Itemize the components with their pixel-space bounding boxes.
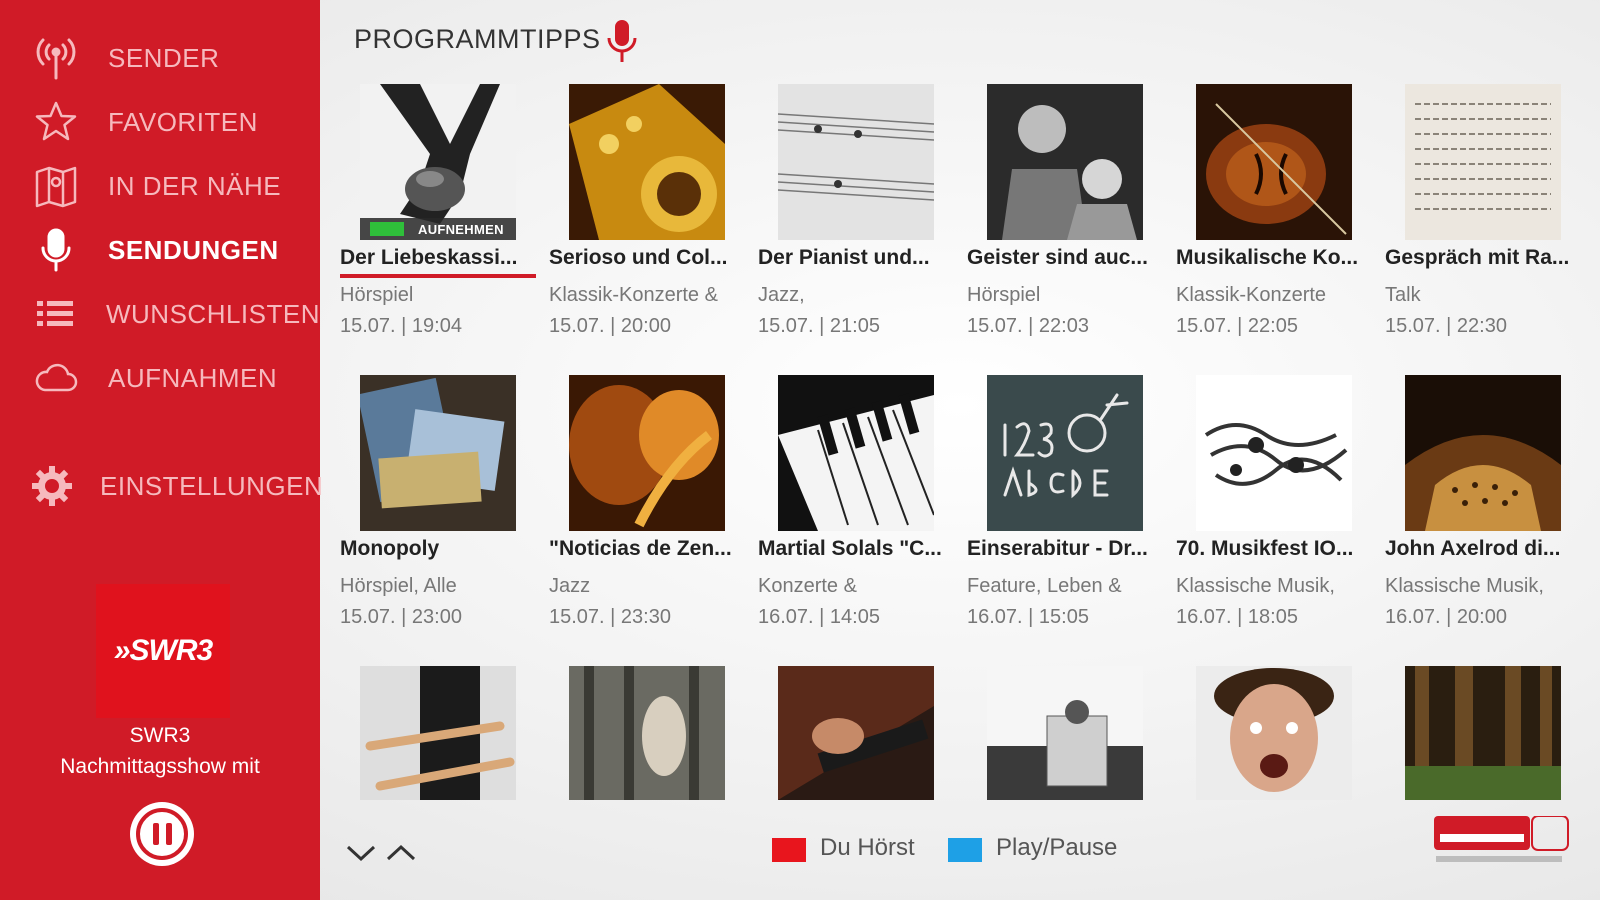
program-thumbnail bbox=[569, 84, 725, 240]
card-time: 16.07. | 14:05 bbox=[758, 606, 880, 628]
card-genre: Hörspiel bbox=[967, 284, 1041, 306]
card-title: Der Pianist und... bbox=[758, 246, 930, 269]
card-genre: Hörspiel bbox=[340, 284, 414, 306]
program-thumbnail bbox=[360, 84, 516, 240]
nav-item-wunschlisten[interactable]: WUNSCHLISTEN bbox=[30, 286, 320, 342]
nav-item-in-der-naehe[interactable]: IN DER NÄHE bbox=[30, 158, 320, 214]
record-badge[interactable]: AUFNEHMEN bbox=[360, 218, 516, 240]
program-thumbnail bbox=[1196, 375, 1352, 531]
program-thumbnail bbox=[778, 375, 934, 531]
card-title: Monopoly bbox=[340, 537, 440, 560]
card-title: Einserabitur - Dr... bbox=[967, 537, 1148, 560]
legend-du-hoerst: Du Hörst bbox=[820, 834, 915, 861]
card-title: Gespräch mit Ra... bbox=[1385, 246, 1570, 269]
station-name: SWR3 bbox=[129, 724, 191, 747]
card-title: Musikalische Ko... bbox=[1176, 246, 1359, 269]
star-icon bbox=[30, 98, 82, 146]
card-time: 15.07. | 23:00 bbox=[340, 606, 462, 628]
program-thumbnail bbox=[569, 375, 725, 531]
card-time: 15.07. | 20:00 bbox=[549, 315, 671, 337]
program-thumbnail bbox=[1405, 666, 1561, 800]
sidebar: SENDER FAVORITEN IN DER NÄHE SENDUNGEN W… bbox=[0, 0, 324, 900]
antenna-icon bbox=[30, 34, 82, 82]
scroll-down-icon[interactable] bbox=[344, 842, 378, 864]
card-time: 15.07. | 22:03 bbox=[967, 315, 1089, 337]
card-time: 15.07. | 23:30 bbox=[549, 606, 671, 628]
card-title: Martial Solals "C... bbox=[758, 537, 942, 560]
program-thumbnail bbox=[778, 84, 934, 240]
nav-label-favoriten: FAVORITEN bbox=[108, 106, 258, 137]
program-thumbnail bbox=[987, 375, 1143, 531]
nav-label-wunschlisten: WUNSCHLISTEN bbox=[105, 298, 320, 329]
card-genre: Klassische Musik, bbox=[1385, 575, 1544, 597]
card-genre: Hörspiel, Alle bbox=[340, 575, 457, 597]
card-title: John Axelrod di... bbox=[1385, 537, 1561, 560]
scroll-up-icon[interactable] bbox=[384, 842, 418, 864]
card-time: 16.07. | 18:05 bbox=[1176, 606, 1298, 628]
list-icon bbox=[30, 290, 80, 338]
focus-underline bbox=[340, 274, 536, 278]
program-thumbnail bbox=[778, 666, 934, 800]
microphone-icon bbox=[30, 226, 82, 274]
card-genre: Talk bbox=[1385, 284, 1421, 306]
nav-item-sendungen[interactable]: SENDUNGEN bbox=[30, 222, 320, 278]
map-icon bbox=[30, 162, 82, 210]
program-thumbnail bbox=[1196, 84, 1352, 240]
card-title: Geister sind auc... bbox=[967, 246, 1148, 269]
nav-label-aufnahmen: AUFNAHMEN bbox=[108, 362, 278, 393]
card-time: 15.07. | 21:05 bbox=[758, 315, 880, 337]
program-thumbnail bbox=[360, 375, 516, 531]
pause-icon bbox=[136, 808, 188, 860]
program-thumbnail bbox=[1405, 375, 1561, 531]
page-title: PROGRAMMTIPPS bbox=[354, 24, 601, 54]
card-time: 16.07. | 20:00 bbox=[1385, 606, 1507, 628]
card-title: "Noticias de Zen... bbox=[549, 537, 732, 560]
nav-label-sender: SENDER bbox=[108, 42, 220, 73]
program-thumbnail bbox=[987, 84, 1143, 240]
legend-red-key bbox=[772, 838, 806, 862]
card-genre: Klassische Musik, bbox=[1176, 575, 1335, 597]
pause-button[interactable] bbox=[130, 802, 194, 866]
card-time: 15.07. | 19:04 bbox=[340, 315, 462, 337]
legend-play-pause: Play/Pause bbox=[996, 834, 1118, 861]
card-time: 15.07. | 22:05 bbox=[1176, 315, 1298, 337]
voice-search-icon[interactable] bbox=[604, 18, 640, 66]
show-name: Nachmittagsshow mit bbox=[60, 755, 260, 778]
nav-item-favoriten[interactable]: FAVORITEN bbox=[30, 94, 320, 150]
gear-icon bbox=[30, 462, 74, 510]
card-time: 15.07. | 22:30 bbox=[1385, 315, 1507, 337]
card-title: 70. Musikfest IO... bbox=[1176, 537, 1354, 560]
nav-label-in-der-naehe: IN DER NÄHE bbox=[108, 170, 282, 201]
card-genre: Jazz, bbox=[758, 284, 805, 306]
cloud-icon bbox=[30, 354, 82, 402]
program-thumbnail bbox=[1405, 84, 1561, 240]
card-genre: Klassik-Konzerte & bbox=[549, 284, 718, 306]
card-genre: Feature, Leben & bbox=[967, 575, 1122, 597]
phonostar-logo bbox=[1434, 816, 1569, 862]
card-time: 16.07. | 15:05 bbox=[967, 606, 1089, 628]
program-thumbnail bbox=[1196, 666, 1352, 800]
nav-item-aufnahmen[interactable]: AUFNAHMEN bbox=[30, 350, 320, 406]
card-title: Der Liebeskassi... bbox=[340, 246, 518, 269]
record-label: AUFNEHMEN bbox=[418, 221, 504, 237]
record-indicator bbox=[370, 222, 404, 236]
card-title: Serioso und Col... bbox=[549, 246, 728, 269]
legend-blue-key bbox=[948, 838, 982, 862]
program-thumbnail bbox=[987, 666, 1143, 800]
program-thumbnail bbox=[360, 666, 516, 800]
program-thumbnail bbox=[569, 666, 725, 800]
station-logo[interactable]: »SWR3 bbox=[96, 584, 230, 718]
nav-item-einstellungen[interactable]: EINSTELLUNGEN bbox=[30, 458, 324, 514]
card-genre: Klassik-Konzerte bbox=[1176, 284, 1327, 306]
nav-label-einstellungen: EINSTELLUNGEN bbox=[100, 470, 324, 501]
nav-label-sendungen: SENDUNGEN bbox=[108, 234, 279, 265]
nav-item-sender[interactable]: SENDER bbox=[30, 30, 320, 86]
card-genre: Jazz bbox=[549, 575, 591, 597]
card-genre: Konzerte & bbox=[758, 575, 857, 597]
